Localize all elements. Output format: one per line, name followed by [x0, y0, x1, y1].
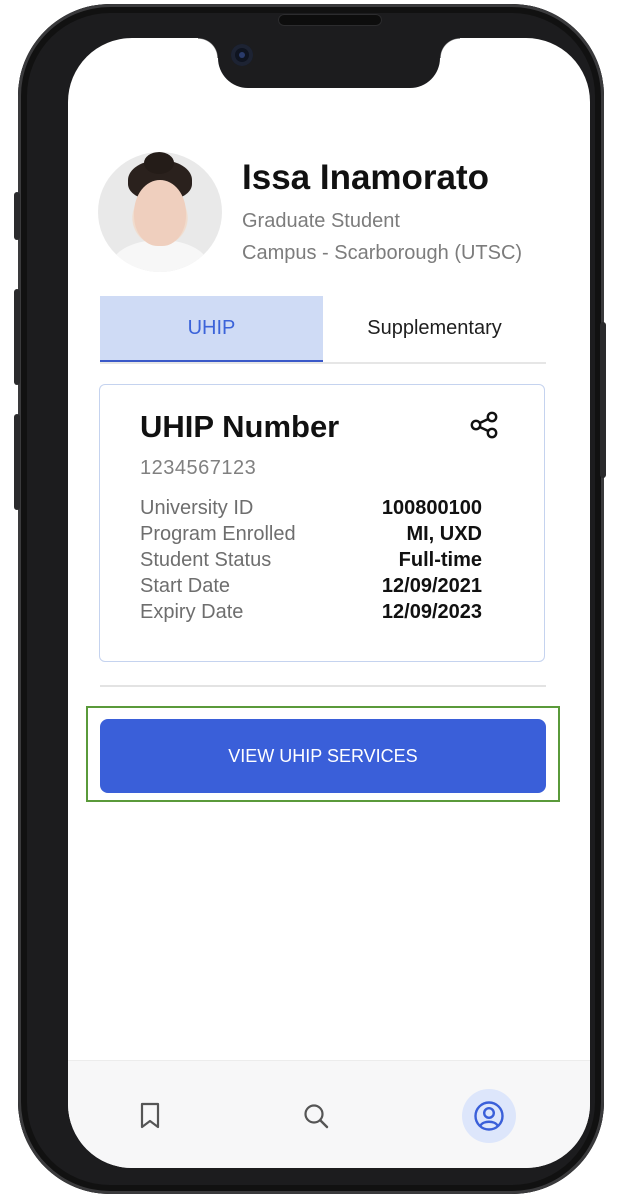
- search-icon: [304, 1104, 329, 1129]
- detail-row-program: Program Enrolled MI, UXD: [140, 523, 482, 549]
- detail-row-student-status: Student Status Full-time: [140, 549, 482, 575]
- nav-bookmarks[interactable]: [123, 1089, 177, 1143]
- detail-value: MI, UXD: [406, 523, 482, 545]
- tab-supplementary[interactable]: Supplementary: [323, 296, 546, 360]
- avatar-hair-bun: [144, 152, 174, 174]
- bookmark-icon: [140, 1102, 160, 1129]
- detail-label: Expiry Date: [140, 601, 244, 623]
- phone-frame: Issa Inamorato Graduate Student Campus -…: [14, 4, 606, 1194]
- nav-search[interactable]: [289, 1089, 343, 1143]
- nav-profile[interactable]: [462, 1089, 516, 1143]
- speaker-grille: [278, 14, 382, 26]
- detail-value: Full-time: [398, 549, 482, 571]
- share-icon[interactable]: [468, 409, 500, 441]
- bottom-nav: [68, 1060, 590, 1168]
- profile-name: Issa Inamorato: [242, 158, 490, 197]
- uhip-card: UHIP Number 1234567123 University ID 100…: [99, 384, 545, 662]
- avatar-face: [134, 180, 186, 246]
- card-title: UHIP Number: [140, 409, 340, 444]
- front-camera: [231, 44, 253, 66]
- detail-label: University ID: [140, 497, 254, 519]
- detail-row-university-id: University ID 100800100: [140, 497, 482, 523]
- detail-label: Student Status: [140, 549, 272, 571]
- detail-label: Start Date: [140, 575, 231, 597]
- detail-row-start-date: Start Date 12/09/2021: [140, 575, 482, 601]
- power-button: [600, 322, 606, 478]
- detail-value: 12/09/2021: [381, 575, 482, 597]
- volume-up-button: [14, 289, 20, 385]
- silent-switch: [14, 192, 20, 240]
- profile-icon: [474, 1101, 504, 1131]
- app-screen: Issa Inamorato Graduate Student Campus -…: [68, 38, 590, 1168]
- avatar: [98, 152, 222, 272]
- profile-role: Graduate Student: [242, 210, 400, 232]
- uhip-number: 1234567123: [140, 457, 257, 479]
- detail-row-expiry-date: Expiry Date 12/09/2023: [140, 601, 482, 627]
- notch: [198, 38, 460, 88]
- profile-campus: Campus - Scarborough (UTSC): [242, 242, 523, 264]
- tab-bar: UHIP Supplementary: [100, 296, 546, 364]
- tab-uhip[interactable]: UHIP: [100, 296, 323, 362]
- detail-label: Program Enrolled: [140, 523, 296, 545]
- section-divider: [100, 685, 546, 687]
- view-uhip-services-button[interactable]: VIEW UHIP SERVICES: [100, 719, 546, 793]
- detail-value: 12/09/2023: [381, 601, 482, 623]
- detail-value: 100800100: [381, 497, 482, 519]
- volume-down-button: [14, 414, 20, 510]
